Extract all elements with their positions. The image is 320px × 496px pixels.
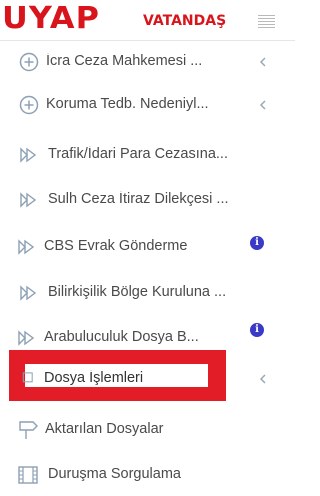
arrow-outline-icon <box>18 330 35 346</box>
menu-item-label: Bilirkişilik Bölge Kuruluna ... <box>48 284 227 300</box>
plus-circle-icon <box>19 52 39 72</box>
menu-item-sulh-ceza[interactable]: Sulh Ceza İtiraz Dilekçesi ... <box>0 181 295 221</box>
menu-item-bilirkisilik[interactable]: Bilirkişilik Bölge Kuruluna ... <box>0 274 295 314</box>
menu-item-label: Trafik/İdari Para Cezasına... <box>48 146 228 162</box>
square-outline-icon <box>22 372 33 383</box>
arrow-outline-icon <box>20 147 37 163</box>
menu-item-label: Arabuluculuk Dosya B... <box>44 329 199 345</box>
menu-item-label: Dosya İşlemleri <box>44 370 144 386</box>
menu-item-dosya-islemleri[interactable]: Dosya İşlemleri <box>0 365 295 405</box>
menu-item-label: Koruma Tedb. Nedeniyl... <box>46 96 209 112</box>
menu-item-label: Sulh Ceza İtiraz Dilekçesi ... <box>48 191 229 207</box>
chevron-left-icon[interactable] <box>258 56 268 68</box>
uyap-logo[interactable]: UYAP <box>2 1 100 36</box>
menu-item-icra-ceza[interactable]: İcra Ceza Mahkemesi ... <box>0 43 295 83</box>
chevron-left-icon[interactable] <box>258 99 268 111</box>
menu-item-label: Aktarılan Dosyalar <box>45 421 164 437</box>
menu-item-label: İcra Ceza Mahkemesi ... <box>46 53 203 69</box>
info-icon[interactable]: i <box>250 236 264 250</box>
film-icon <box>18 466 38 484</box>
chevron-left-icon[interactable] <box>258 373 268 385</box>
menu-item-aktarilan-dosyalar[interactable]: Aktarılan Dosyalar <box>0 411 295 451</box>
menu-item-label: CBS Evrak Gönderme <box>44 238 188 254</box>
menu-item-arabuluculuk[interactable]: Arabuluculuk Dosya B... i <box>0 319 295 359</box>
hamburger-menu-icon[interactable] <box>258 15 275 30</box>
info-icon[interactable]: i <box>250 323 264 337</box>
arrow-outline-icon <box>20 285 37 301</box>
vatandas-logo-text: VATANDAŞ <box>143 13 227 29</box>
menu-item-label: Duruşma Sorgulama <box>48 466 181 482</box>
menu-item-koruma-tedb[interactable]: Koruma Tedb. Nedeniyl... <box>0 86 295 126</box>
menu-item-durusma-sorgulama[interactable]: Duruşma Sorgulama <box>0 456 295 496</box>
arrow-outline-icon <box>18 239 35 255</box>
signpost-icon <box>19 421 38 439</box>
menu-item-trafik-idari[interactable]: Trafik/İdari Para Cezasına... <box>0 136 295 176</box>
arrow-outline-icon <box>20 192 37 208</box>
menu-item-cbs-evrak[interactable]: CBS Evrak Gönderme i <box>0 228 295 268</box>
app-header: UYAP VATANDAŞ <box>0 0 295 41</box>
plus-circle-icon <box>19 95 39 115</box>
